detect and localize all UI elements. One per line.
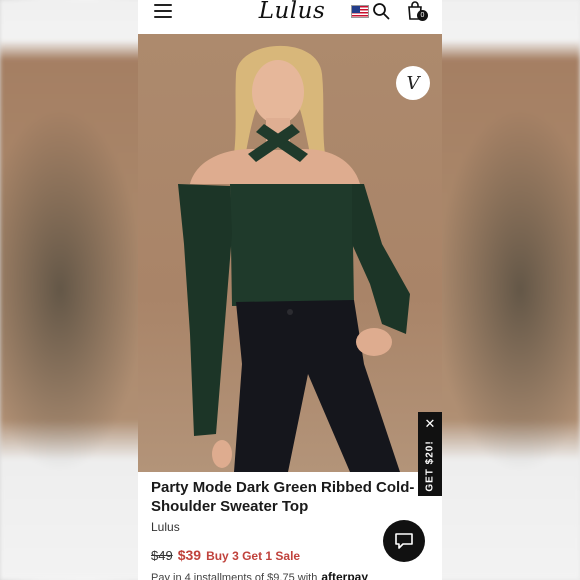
installments-text: Pay in 4 installments of $9.75 with [151,572,318,580]
cart-count-badge: 0 [417,10,428,21]
favorite-button[interactable]: V [396,66,430,100]
hamburger-menu-icon[interactable] [154,4,172,18]
original-price: $49 [151,548,173,563]
us-flag-icon[interactable] [351,5,369,18]
promo-text[interactable]: Buy 3 Get 1 Sale [206,549,300,563]
afterpay-logo: afterpay [321,570,368,580]
heart-v-icon: V [406,72,420,94]
site-logo[interactable]: Lulus [257,0,327,24]
model-photo [178,45,410,472]
mobile-product-page: Lulus 0 V Party Mode Dark Green Ribbed C… [138,0,442,580]
chat-button[interactable] [383,520,425,562]
search-icon[interactable] [372,2,390,20]
afterpay-installments[interactable]: Pay in 4 installments of $9.75 with after… [151,570,368,580]
price-row: $49 $39 Buy 3 Get 1 Sale [151,547,300,563]
chat-icon [395,533,413,549]
get-20-promo-tab[interactable]: ✕ GET $20! [418,412,442,496]
product-image[interactable]: V [138,34,442,472]
top-navigation-bar: Lulus 0 [138,0,442,34]
product-brand[interactable]: Lulus [151,520,180,534]
close-icon[interactable]: ✕ [418,416,442,432]
get-20-label: GET $20! [424,440,436,492]
sale-price: $39 [177,547,202,563]
product-title: Party Mode Dark Green Ribbed Cold-Should… [151,479,415,515]
